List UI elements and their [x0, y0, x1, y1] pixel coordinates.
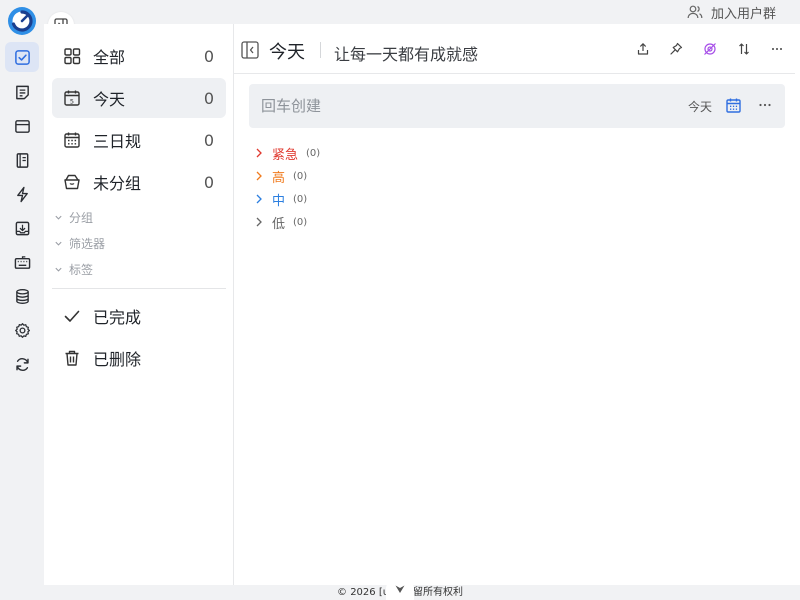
section-label: 分组 — [69, 210, 94, 225]
focus-button[interactable] — [702, 41, 718, 57]
footer-toggle-button[interactable] — [386, 578, 414, 600]
quick-add-bar: 今天 — [249, 84, 785, 128]
keyboard-icon — [14, 255, 30, 269]
title-separator — [320, 42, 321, 58]
database-icon — [15, 288, 29, 304]
rail-browser-button[interactable] — [5, 111, 39, 141]
chevron-down-icon — [395, 585, 405, 593]
sidebar-item-completed[interactable]: 已完成 — [52, 296, 226, 336]
sidebar-item-count: 0 — [203, 172, 214, 192]
section-label: 标签 — [69, 262, 94, 277]
sidebar-item-three-day[interactable]: 三日规 0 — [52, 120, 226, 160]
browser-window-icon — [14, 119, 30, 133]
join-user-group-link[interactable]: 加入用户群 — [687, 2, 776, 22]
page-subtitle: 让每一天都有成就感 — [334, 45, 479, 64]
priority-group-urgent[interactable]: 紧急 (0) — [252, 143, 320, 163]
priority-group-label: 高 — [272, 170, 286, 186]
join-user-group-label: 加入用户群 — [710, 6, 776, 22]
priority-group-high[interactable]: 高 (0) — [252, 166, 307, 186]
sort-button[interactable] — [736, 41, 752, 57]
share-button[interactable] — [635, 41, 651, 57]
priority-group-count: (0) — [293, 170, 308, 182]
gear-icon — [14, 322, 30, 338]
checkbox-icon — [14, 49, 30, 65]
sidebar-item-count: 0 — [203, 88, 214, 108]
sidebar-item-label: 全部 — [93, 48, 126, 67]
section-groups[interactable]: 分组 — [54, 208, 93, 226]
priority-group-label: 低 — [272, 216, 286, 232]
grid-icon — [62, 46, 82, 66]
calendar-today-icon: 5 — [62, 88, 82, 108]
app-logo-icon[interactable] — [7, 6, 37, 36]
sidebar-item-label: 已删除 — [93, 350, 142, 369]
chevron-right-icon — [256, 194, 262, 204]
upload-icon — [637, 43, 649, 55]
note-icon — [15, 85, 29, 99]
sidebar-item-count: 0 — [203, 130, 214, 150]
priority-group-count: (0) — [293, 193, 308, 205]
main-header: 今天 让每一天都有成就感 — [234, 24, 795, 74]
quick-add-date-label[interactable]: 今天 — [688, 98, 712, 115]
sidebar-item-label: 已完成 — [93, 308, 142, 327]
section-tags[interactable]: 标签 — [54, 260, 93, 278]
users-icon — [687, 5, 703, 19]
sidebar-item-deleted[interactable]: 已删除 — [52, 338, 226, 378]
calendar-icon[interactable] — [725, 97, 742, 114]
rail-settings-button[interactable] — [5, 315, 39, 345]
sync-icon — [15, 357, 29, 371]
toggle-task-list-icon[interactable] — [240, 40, 260, 60]
priority-group-count: (0) — [293, 216, 308, 228]
trash-icon — [62, 348, 82, 368]
rail-notebook-button[interactable] — [5, 145, 39, 175]
priority-group-label: 紧急 — [272, 147, 299, 163]
sidebar-item-label: 未分组 — [93, 174, 142, 193]
more-horizontal-icon — [772, 48, 782, 50]
priority-group-low[interactable]: 低 (0) — [252, 212, 307, 232]
page-title: 今天 — [269, 42, 305, 63]
svg-text:5: 5 — [70, 97, 74, 105]
more-horizontal-icon[interactable] — [757, 97, 773, 113]
chevron-down-icon — [55, 241, 62, 246]
section-filters[interactable]: 筛选器 — [54, 234, 105, 252]
rail-sync-button[interactable] — [5, 349, 39, 379]
lightning-icon — [16, 186, 28, 202]
icon-rail — [0, 0, 44, 600]
sidebar-item-ungrouped[interactable]: 未分组 0 — [52, 162, 226, 202]
sidebar-item-label: 今天 — [93, 90, 126, 109]
chevron-down-icon — [55, 267, 62, 272]
chevron-down-icon — [55, 215, 62, 220]
priority-group-count: (0) — [306, 147, 321, 159]
quick-add-input[interactable] — [261, 84, 641, 128]
sidebar-item-label: 三日规 — [93, 132, 142, 151]
main-panel: 今天 让每一天都有成就感 今天 紧急 (0 — [234, 24, 800, 585]
pin-icon — [670, 42, 683, 55]
sidebar-item-count: 0 — [203, 46, 214, 66]
sidebar-item-all[interactable]: 全部 0 — [52, 36, 226, 76]
priority-group-medium[interactable]: 中 (0) — [252, 189, 307, 209]
calendar-grid-icon — [62, 130, 82, 150]
rail-database-button[interactable] — [5, 281, 39, 311]
sidebar: 全部 0 5 今天 0 三日规 0 未分组 0 分组 筛选器 标签 已完成 已删… — [44, 24, 234, 585]
inbox-icon — [15, 221, 29, 235]
rail-flash-button[interactable] — [5, 179, 39, 209]
basket-icon — [62, 172, 82, 192]
more-options-button[interactable] — [769, 41, 785, 57]
target-off-icon — [704, 43, 716, 55]
rail-notes-button[interactable] — [5, 77, 39, 107]
priority-group-label: 中 — [272, 193, 286, 209]
notebook-icon — [16, 152, 28, 168]
chevron-right-icon — [256, 148, 262, 158]
section-label: 筛选器 — [69, 236, 106, 251]
chevron-right-icon — [256, 217, 262, 227]
rail-todo-button[interactable] — [5, 42, 39, 72]
chevron-right-icon — [256, 171, 262, 181]
sidebar-divider — [52, 288, 226, 289]
rail-inbox-button[interactable] — [5, 213, 39, 243]
sort-icon — [739, 43, 749, 55]
rail-keyboard-button[interactable] — [5, 247, 39, 277]
check-icon — [62, 306, 82, 326]
sidebar-item-today[interactable]: 5 今天 0 — [52, 78, 226, 118]
pin-button[interactable] — [668, 41, 684, 57]
